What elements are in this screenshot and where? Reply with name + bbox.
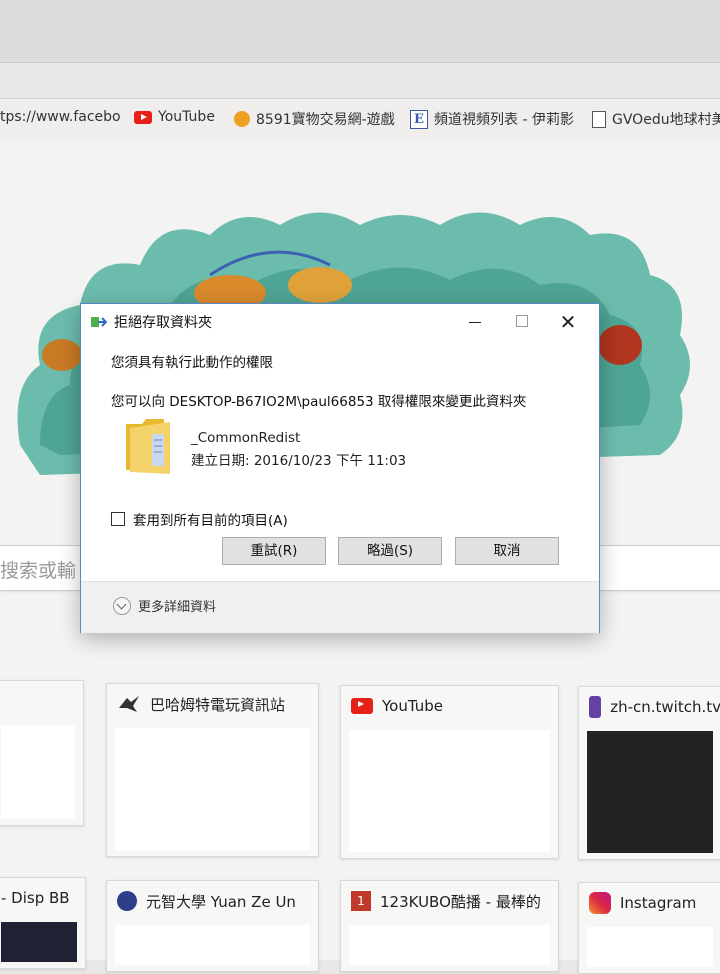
bookmark-label: 頻道視頻列表 - 伊莉影: [434, 112, 574, 128]
bookmark-label: YouTube: [158, 109, 215, 125]
tile-yuanze[interactable]: 元智大學 Yuan Ze Un: [106, 880, 319, 972]
toolbar-divider: [0, 62, 720, 63]
dialog-titlebar[interactable]: 拒絕存取資料夾 ✕: [81, 304, 599, 340]
tile-thumbnail: [115, 925, 310, 965]
apply-to-all-label: 套用到所有目前的項目(A): [133, 513, 288, 529]
more-details-label: 更多詳細資料: [138, 600, 217, 615]
tile-thumbnail: [1, 725, 75, 819]
tile-header: - Disp BB: [0, 878, 85, 918]
tile-partial-left[interactable]: [0, 680, 84, 826]
apply-to-all-option[interactable]: 套用到所有目前的項目(A): [111, 509, 288, 529]
e-icon: E: [410, 109, 428, 129]
close-button[interactable]: ✕: [545, 304, 591, 340]
tile-thumbnail: [587, 731, 713, 853]
search-input[interactable]: 搜索或輸: [0, 556, 76, 583]
tile-thumbnail: [587, 927, 713, 967]
tile-thumbnail: [1, 922, 77, 962]
skip-button[interactable]: 略過(S): [338, 537, 442, 565]
bookmark-facebook[interactable]: tps://www.facebo: [0, 109, 121, 125]
page-icon: [592, 110, 606, 128]
dragon-icon: [119, 696, 139, 712]
maximize-button: [499, 304, 545, 340]
tile-title: 123KUBO酷播 - 最棒的: [380, 892, 541, 911]
tile-header: 巴哈姆特電玩資訊站: [107, 684, 318, 724]
tile-123kubo[interactable]: 1 123KUBO酷播 - 最棒的: [340, 880, 559, 972]
bookmark-youtube[interactable]: YouTube: [134, 109, 215, 125]
tile-header: 1 123KUBO酷播 - 最棒的: [341, 881, 558, 921]
tile-title: - Disp BB: [1, 889, 70, 907]
tile-thumbnail: [349, 730, 550, 852]
bookmark-label: tps://www.facebo: [0, 109, 121, 125]
browser-toolbar: [0, 0, 720, 62]
dialog-title: 拒絕存取資料夾: [114, 315, 212, 331]
tile-instagram[interactable]: Instagram: [578, 882, 720, 974]
tile-thumbnail: [115, 728, 310, 850]
tile-header: zh-cn.twitch.tv: [579, 687, 720, 727]
bookmark-label: 8591寶物交易網-遊戲: [256, 112, 395, 128]
bookmark-eyny[interactable]: E 頻道視頻列表 - 伊莉影: [410, 109, 574, 129]
dialog-footer: 更多詳細資料: [81, 581, 599, 633]
instagram-icon: [589, 892, 611, 914]
tile-header: Instagram: [579, 883, 720, 923]
tile-twitch[interactable]: zh-cn.twitch.tv: [578, 686, 720, 860]
tile-disp-bbs[interactable]: - Disp BB: [0, 877, 86, 969]
permission-hint: 您可以向 DESKTOP-B67IO2M\paul66853 取得權限來變更此資…: [111, 394, 527, 410]
bookmark-8591[interactable]: 8591寶物交易網-遊戲: [234, 109, 395, 129]
tile-title: 元智大學 Yuan Ze Un: [146, 892, 296, 911]
tile-header: 元智大學 Yuan Ze Un: [107, 881, 318, 921]
kubo-icon: 1: [351, 891, 371, 911]
permission-message: 您須具有執行此動作的權限: [111, 355, 273, 371]
tile-title: Instagram: [620, 894, 697, 912]
folder-name: _CommonRedist: [191, 430, 301, 446]
file-move-icon: [91, 317, 107, 327]
yuanze-logo-icon: [117, 891, 137, 911]
youtube-icon: [351, 698, 373, 714]
tile-bahamut[interactable]: 巴哈姆特電玩資訊站: [106, 683, 319, 857]
tile-youtube[interactable]: YouTube: [340, 685, 559, 859]
close-icon: ✕: [559, 310, 577, 334]
bookmark-label: GVOedu地球村美: [612, 112, 720, 128]
folder-icon: [126, 419, 170, 474]
more-details-toggle[interactable]: 更多詳細資料: [113, 596, 216, 615]
folder-created-date: 建立日期: 2016/10/23 下午 11:03: [191, 453, 407, 469]
bookmark-gvoedu[interactable]: GVOedu地球村美: [592, 109, 720, 129]
apply-to-all-checkbox[interactable]: [111, 512, 125, 526]
tile-title: YouTube: [382, 697, 443, 715]
bookmarks-bar: tps://www.facebo YouTube 8591寶物交易網-遊戲 E …: [0, 98, 720, 140]
twitch-icon: [589, 696, 602, 718]
8591-icon: [234, 111, 250, 127]
minimize-button[interactable]: [453, 304, 499, 340]
tile-title: 巴哈姆特電玩資訊站: [150, 695, 286, 714]
tile-title: zh-cn.twitch.tv: [610, 698, 720, 716]
minimize-icon: [469, 322, 481, 323]
cancel-button[interactable]: 取消: [455, 537, 559, 565]
youtube-icon: [134, 110, 152, 124]
access-denied-dialog: 拒絕存取資料夾 ✕ 您須具有執行此動作的權限 您可以向 DESKTOP-B67I…: [80, 303, 600, 633]
retry-button[interactable]: 重試(R): [222, 537, 326, 565]
tile-header: YouTube: [341, 686, 558, 726]
tile-thumbnail: [349, 925, 550, 965]
chevron-down-icon: [113, 596, 131, 615]
maximize-icon: [516, 315, 528, 327]
